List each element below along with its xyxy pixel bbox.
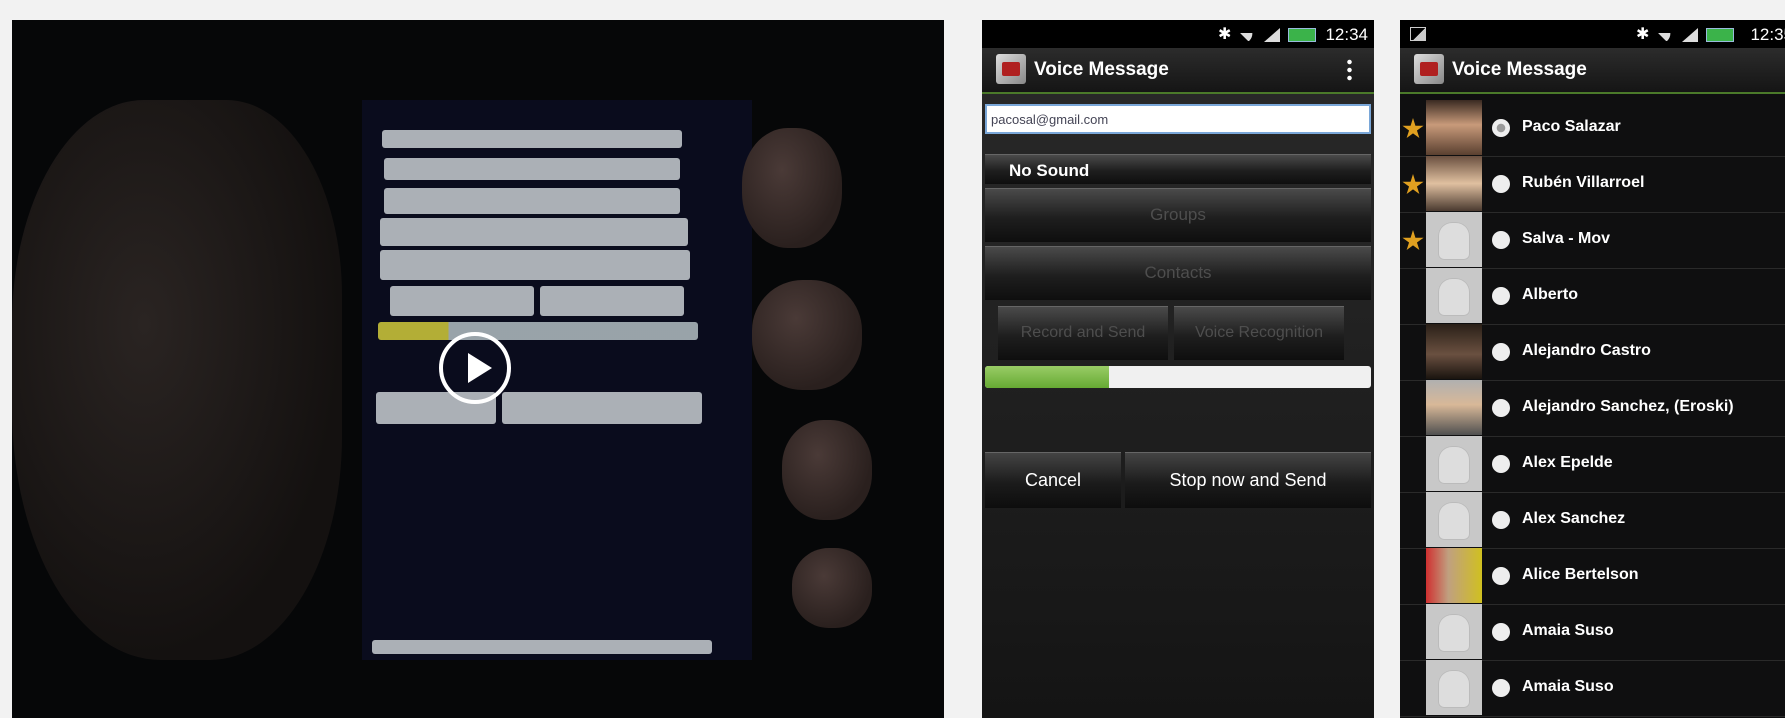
finger: [742, 128, 842, 248]
voice-recognition-button[interactable]: Voice Recognition: [1174, 306, 1344, 360]
contact-select-radio[interactable]: [1492, 455, 1510, 473]
stop-and-send-button[interactable]: Stop now and Send: [1125, 452, 1371, 508]
contacts-button[interactable]: Contacts: [985, 246, 1371, 300]
contact-name: Paco Salazar: [1522, 118, 1621, 135]
contact-name: Amaia Suso: [1522, 622, 1614, 639]
hand: [12, 100, 342, 660]
contact-select-radio[interactable]: [1492, 287, 1510, 305]
status-bar: ✱ 12:34: [982, 20, 1374, 48]
sound-selector[interactable]: No Sound: [985, 154, 1371, 184]
battery-icon: [1288, 28, 1316, 42]
filmed-bottom-bar: [372, 640, 712, 654]
contact-avatar: [1426, 660, 1482, 715]
filmed-record-button: [390, 286, 534, 316]
contact-name: Amaia Suso: [1522, 678, 1614, 695]
app-title-bar: Voice Message: [1400, 48, 1785, 94]
favorite-star-icon: [1402, 118, 1424, 139]
status-bar: ✱ 12:35: [1400, 20, 1785, 48]
contact-select-radio[interactable]: [1492, 623, 1510, 641]
cancel-button[interactable]: Cancel: [985, 452, 1121, 508]
contact-select-radio[interactable]: [1492, 231, 1510, 249]
favorite-star-icon: [1402, 174, 1424, 195]
email-field[interactable]: pacosal@gmail.com: [985, 104, 1371, 134]
finger: [792, 548, 872, 628]
bluetooth-icon: ✱: [1218, 26, 1232, 43]
filmed-email-field: [384, 158, 680, 180]
contact-name: Alejandro Sanchez, (Eroski): [1522, 398, 1734, 415]
contact-name: Alice Bertelson: [1522, 566, 1639, 583]
contact-select-radio[interactable]: [1492, 175, 1510, 193]
bluetooth-icon: ✱: [1636, 26, 1650, 43]
contacts-screen: ✱ 12:35 Voice Message Paco Salazar Rubén …: [1400, 20, 1785, 718]
progress-fill: [985, 366, 1109, 388]
filmed-contacts-button: [380, 250, 690, 280]
filmed-progress-bar: [378, 322, 698, 340]
contact-avatar: [1426, 324, 1482, 379]
recording-progress-bar: [985, 366, 1371, 388]
contact-name: Alberto: [1522, 286, 1578, 303]
filmed-phone: [362, 100, 752, 660]
finger: [782, 420, 872, 520]
finger: [752, 280, 862, 390]
contact-row[interactable]: Paco Salazar: [1400, 100, 1785, 157]
filmed-sound-field: [384, 188, 680, 214]
play-icon[interactable]: [439, 332, 511, 404]
signal-icon: [1264, 28, 1280, 42]
app-title: Voice Message: [1452, 59, 1587, 80]
contact-avatar: [1426, 212, 1482, 267]
favorite-star-icon: [1402, 230, 1424, 251]
contact-name: Rubén Villarroel: [1522, 174, 1645, 191]
contact-row[interactable]: Alex Sanchez: [1400, 492, 1785, 549]
contact-row[interactable]: Salva - Mov: [1400, 212, 1785, 269]
contact-row[interactable]: Alejandro Sanchez, (Eroski): [1400, 380, 1785, 437]
contact-select-radio[interactable]: [1492, 679, 1510, 697]
contact-avatar: [1426, 436, 1482, 491]
contact-row[interactable]: Alberto: [1400, 268, 1785, 325]
signal-icon: [1682, 28, 1698, 42]
filmed-groups-button: [380, 218, 688, 246]
contact-select-radio[interactable]: [1492, 567, 1510, 585]
battery-icon: [1706, 28, 1734, 42]
contact-avatar: [1426, 492, 1482, 547]
contact-avatar: [1426, 604, 1482, 659]
overflow-menu-icon[interactable]: [1347, 58, 1352, 82]
status-time: 12:35: [1750, 25, 1785, 44]
contact-avatar: [1426, 548, 1482, 603]
contact-row[interactable]: Amaia Suso: [1400, 660, 1785, 717]
contact-row[interactable]: Alex Epelde: [1400, 436, 1785, 493]
contact-avatar: [1426, 156, 1482, 211]
image-notification-icon: [1410, 27, 1426, 41]
app-title-bar: Voice Message: [982, 48, 1374, 94]
contact-name: Alex Sanchez: [1522, 510, 1626, 527]
groups-button[interactable]: Groups: [985, 188, 1371, 242]
app-icon: [996, 54, 1026, 84]
compose-screen: ✱ 12:34 Voice Message pacosal@gmail.com …: [982, 20, 1374, 718]
contact-select-radio[interactable]: [1492, 511, 1510, 529]
app-title: Voice Message: [1034, 59, 1169, 80]
contact-name: Salva - Mov: [1522, 230, 1611, 247]
contact-avatar: [1426, 268, 1482, 323]
contact-select-radio[interactable]: [1492, 399, 1510, 417]
wifi-icon: [1657, 24, 1675, 42]
status-time: 12:34: [1325, 25, 1368, 44]
filmed-title-bar: [382, 130, 682, 148]
contact-name: Alejandro Castro: [1522, 342, 1651, 359]
contact-row[interactable]: Alejandro Castro: [1400, 324, 1785, 381]
contact-select-radio[interactable]: [1492, 343, 1510, 361]
contact-avatar: [1426, 100, 1482, 155]
record-and-send-button[interactable]: Record and Send: [998, 306, 1168, 360]
filmed-recognition-button: [540, 286, 684, 316]
app-icon: [1414, 54, 1444, 84]
filmed-send-button: [502, 392, 702, 424]
contact-row[interactable]: Amaia Suso: [1400, 604, 1785, 661]
contact-avatar: [1426, 380, 1482, 435]
contact-row[interactable]: Alice Bertelson: [1400, 548, 1785, 605]
contact-select-radio[interactable]: [1492, 119, 1510, 137]
contact-name: Alex Epelde: [1522, 454, 1613, 471]
wifi-icon: [1239, 24, 1257, 42]
video-thumbnail[interactable]: [12, 20, 944, 718]
contact-row[interactable]: Rubén Villarroel: [1400, 156, 1785, 213]
